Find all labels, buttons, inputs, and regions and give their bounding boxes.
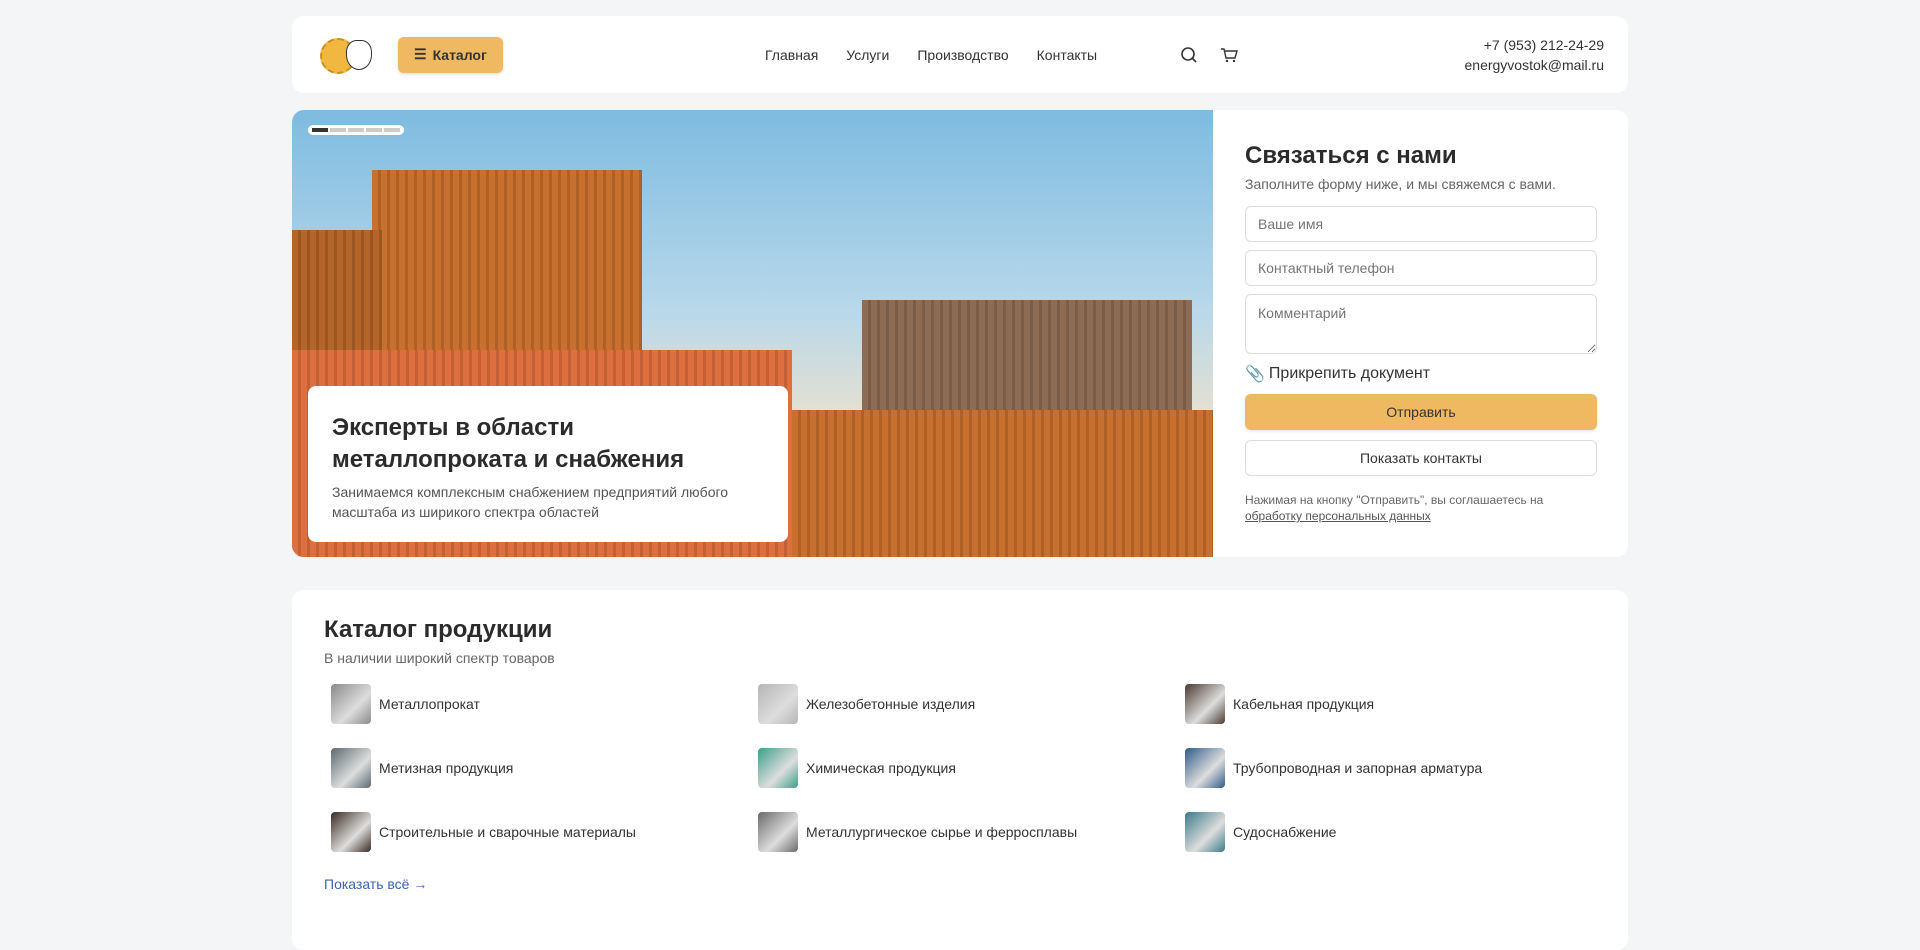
- catalog-item-image: [758, 684, 798, 724]
- form-title: Связаться с нами: [1245, 142, 1457, 169]
- catalog-item[interactable]: Судоснабжение: [1185, 812, 1612, 852]
- catalog-item-label: Строительные и сварочные материалы: [379, 824, 636, 840]
- attach-document[interactable]: 📎 Прикрепить документ: [1245, 364, 1597, 384]
- privacy-link[interactable]: обработку персональных данных: [1245, 509, 1431, 523]
- phone-input[interactable]: [1245, 250, 1597, 286]
- attach-label: Прикрепить документ: [1268, 365, 1431, 382]
- catalog-item-label: Химическая продукция: [806, 760, 956, 776]
- contact-form: Связаться с нами Заполните форму ниже, и…: [1245, 142, 1597, 524]
- name-input[interactable]: [1245, 206, 1597, 242]
- catalog-button-label: Каталог: [432, 46, 487, 63]
- catalog-button[interactable]: ☰ Каталог: [398, 36, 503, 73]
- catalog-item-label: Кабельная продукция: [1233, 696, 1375, 712]
- catalog-item-image: [331, 748, 371, 788]
- catalog-item[interactable]: Кабельная продукция: [1185, 684, 1612, 724]
- catalog-item-image: [758, 812, 798, 852]
- catalog-item-label: Металлургическое сырье и ферросплавы: [806, 824, 1078, 840]
- hero-text: Занимаемся комплексным снабжением предпр…: [332, 484, 729, 520]
- phone[interactable]: +7 (953) 212-24-29: [1465, 35, 1604, 55]
- nav-contacts[interactable]: Контакты: [1037, 47, 1097, 63]
- comment-input[interactable]: [1245, 294, 1597, 354]
- catalog-item[interactable]: Химическая продукция: [758, 748, 1185, 788]
- menu-icon: ☰: [414, 46, 427, 62]
- catalog-section: Каталог продукции В наличии широкий спек…: [292, 590, 1628, 950]
- catalog-item[interactable]: Металлопрокат: [331, 684, 758, 724]
- submit-button[interactable]: Отправить: [1245, 394, 1597, 430]
- catalog-item[interactable]: Трубопроводная и запорная арматура: [1185, 748, 1612, 788]
- paperclip-icon: 📎: [1245, 366, 1265, 383]
- search-icon[interactable]: [1180, 46, 1198, 64]
- hero-title: Эксперты в области металлопроката и снаб…: [332, 414, 685, 473]
- nav-services[interactable]: Услуги: [846, 47, 889, 63]
- hero: Эксперты в области металлопроката и снаб…: [292, 110, 1628, 557]
- catalog-item-label: Металлопрокат: [379, 696, 480, 712]
- catalog-item-label: Судоснабжение: [1233, 824, 1337, 840]
- header: ☰ Каталог Главная Услуги Производство Кон…: [292, 16, 1628, 93]
- catalog-item-label: Трубопроводная и запорная арматура: [1233, 760, 1483, 776]
- catalog-subtitle: В наличии широкий спектр товаров: [324, 650, 555, 666]
- catalog-item-image: [1185, 684, 1225, 724]
- catalog-item[interactable]: Железобетонные изделия: [758, 684, 1185, 724]
- logo[interactable]: [314, 30, 376, 80]
- nav-home[interactable]: Главная: [765, 47, 818, 63]
- catalog-item[interactable]: Строительные и сварочные материалы: [331, 812, 758, 852]
- catalog-item-image: [1185, 812, 1225, 852]
- form-subtitle: Заполните форму ниже, и мы свяжемся с ва…: [1245, 176, 1556, 192]
- catalog-title: Каталог продукции: [324, 616, 553, 643]
- email[interactable]: energyvostok@mail.ru: [1465, 55, 1605, 75]
- catalog-item[interactable]: Металлургическое сырье и ферросплавы: [758, 812, 1185, 852]
- main-nav: Главная Услуги Производство Контакты: [765, 47, 1097, 63]
- legal-text: Нажимая на кнопку "Отправить", вы соглаш…: [1245, 493, 1544, 507]
- catalog-item-image: [758, 748, 798, 788]
- hero-card: Эксперты в области металлопроката и снаб…: [308, 386, 788, 542]
- show-all-link[interactable]: Показать всё →: [324, 876, 1596, 892]
- catalog-item-label: Метизная продукция: [379, 760, 514, 776]
- show-contacts-button[interactable]: Показать контакты: [1245, 440, 1597, 476]
- catalog-item-image: [331, 684, 371, 724]
- catalog-item[interactable]: Метизная продукция: [331, 748, 758, 788]
- hero-image: Эксперты в области металлопроката и снаб…: [292, 110, 1213, 557]
- nav-production[interactable]: Производство: [917, 47, 1008, 63]
- catalog-item-label: Железобетонные изделия: [806, 696, 976, 712]
- catalog-item-image: [331, 812, 371, 852]
- cart-icon[interactable]: [1220, 46, 1238, 64]
- catalog-item-image: [1185, 748, 1225, 788]
- slider-indicator[interactable]: [308, 125, 404, 135]
